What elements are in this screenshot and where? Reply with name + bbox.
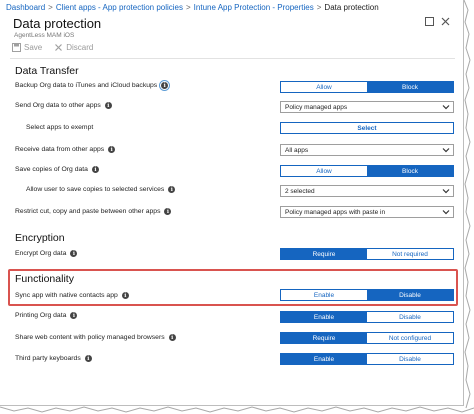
info-icon[interactable]: i [159,80,171,91]
breadcrumb-dashboard[interactable]: Dashboard [6,3,45,12]
chevron-down-icon [442,148,450,153]
send-label: Send Org data to other apps i [15,102,112,109]
receive-label: Receive data from other apps i [15,146,116,153]
share-web-label: Share web content with policy managed br… [15,334,176,341]
backup-label: Backup Org data to iTunes and iCloud bac… [15,80,171,91]
info-icon[interactable]: i [164,208,172,215]
info-icon[interactable]: i [70,312,78,319]
keyboards-label-text: Third party keyboards [15,355,81,362]
send-select[interactable]: Policy managed apps [280,101,454,113]
save-icon [12,43,21,52]
save-copies-block-option[interactable]: Block [367,166,453,176]
select-apps-button[interactable]: Select [280,122,454,134]
breadcrumb-separator: > [48,3,53,12]
toolbar: Save Discard [12,43,93,52]
discard-button[interactable]: Discard [54,43,93,52]
save-label: Save [24,43,43,52]
backup-block-option[interactable]: Block [367,82,453,92]
keyboards-disable-option[interactable]: Disable [367,354,453,364]
save-copies-label-text: Save copies of Org data [15,166,88,173]
keyboards-enable-option[interactable]: Enable [281,354,367,364]
sync-enable-option[interactable]: Enable [281,290,367,300]
allow-save-select-value: 2 selected [285,187,315,195]
info-icon[interactable]: i [84,355,92,362]
cut-copy-label: Restrict cut, copy and paste between oth… [15,208,172,215]
encrypt-label-text: Encrypt Org data [15,250,67,257]
backup-label-text: Backup Org data to iTunes and iCloud bac… [15,82,158,89]
keyboards-toggle: Enable Disable [280,353,454,365]
info-icon[interactable]: i [91,166,99,173]
save-copies-toggle: Allow Block [280,165,454,177]
chevron-down-icon [442,105,450,110]
breadcrumb: Dashboard > Client apps - App protection p… [6,3,379,15]
keyboards-label: Third party keyboards i [15,355,92,362]
share-web-toggle: Require Not configured [280,332,454,344]
receive-select[interactable]: All apps [280,144,454,156]
page-subtitle: AgentLess MAM iOS [14,32,75,39]
torn-edge-bottom [0,406,474,413]
exempt-label: Select apps to exempt [26,124,93,131]
toolbar-divider [10,58,455,59]
discard-icon [55,44,63,51]
breadcrumb-intune-properties[interactable]: Intune App Protection - Properties [194,3,314,12]
page-title: Data protection [13,16,102,31]
encrypt-label: Encrypt Org data i [15,250,78,257]
save-copies-label: Save copies of Org data i [15,166,99,173]
torn-edge-right [464,0,471,409]
encrypt-require-option[interactable]: Require [281,249,367,259]
share-web-label-text: Share web content with policy managed br… [15,334,165,341]
breadcrumb-client-apps[interactable]: Client apps - App protection policies [56,3,183,12]
receive-label-text: Receive data from other apps [15,146,105,153]
chevron-down-icon [442,189,450,194]
sync-label: Sync app with native contacts app i [15,292,129,299]
info-icon[interactable]: i [104,102,112,109]
breadcrumb-separator: > [186,3,191,12]
printing-toggle: Enable Disable [280,311,454,323]
send-select-value: Policy managed apps [285,103,348,111]
allow-save-label: Allow user to save copies to selected se… [26,186,176,193]
receive-select-value: All apps [285,146,309,154]
info-icon[interactable]: i [70,250,78,257]
info-icon[interactable]: i [121,292,129,299]
cut-copy-label-text: Restrict cut, copy and paste between oth… [15,208,161,215]
sync-label-text: Sync app with native contacts app [15,292,118,299]
printing-enable-option[interactable]: Enable [281,312,367,322]
section-functionality: Functionality [15,273,74,285]
cut-copy-select[interactable]: Policy managed apps with paste in [280,206,454,218]
share-web-require-option[interactable]: Require [281,333,367,343]
blade-frame: Dashboard > Client apps - App protection p… [0,0,464,406]
section-encryption: Encryption [15,232,65,244]
sync-disable-option[interactable]: Disable [367,290,453,300]
maximize-icon[interactable] [425,17,434,29]
encrypt-toggle: Require Not required [280,248,454,260]
send-label-text: Send Org data to other apps [15,102,101,109]
info-icon[interactable]: i [168,186,176,193]
info-icon[interactable]: i [168,334,176,341]
save-button[interactable]: Save [12,43,42,52]
discard-label: Discard [66,43,94,52]
printing-label: Printing Org data i [15,312,78,319]
breadcrumb-current: Data protection [324,3,379,12]
chevron-down-icon [442,210,450,215]
backup-allow-option[interactable]: Allow [281,82,367,92]
cut-copy-select-value: Policy managed apps with paste in [285,208,386,216]
info-icon[interactable]: i [108,146,116,153]
allow-save-select[interactable]: 2 selected [280,185,454,197]
sync-toggle: Enable Disable [280,289,454,301]
breadcrumb-separator: > [316,3,322,12]
backup-toggle: Allow Block [280,81,454,93]
share-web-not-configured-option[interactable]: Not configured [367,333,453,343]
printing-disable-option[interactable]: Disable [367,312,453,322]
close-icon[interactable] [441,17,450,29]
exempt-label-text: Select apps to exempt [26,124,94,131]
encrypt-not-required-option[interactable]: Not required [367,249,453,259]
allow-save-label-text: Allow user to save copies to selected se… [26,186,165,193]
save-copies-allow-option[interactable]: Allow [281,166,367,176]
printing-label-text: Printing Org data [15,312,67,319]
section-data-transfer: Data Transfer [15,65,79,77]
